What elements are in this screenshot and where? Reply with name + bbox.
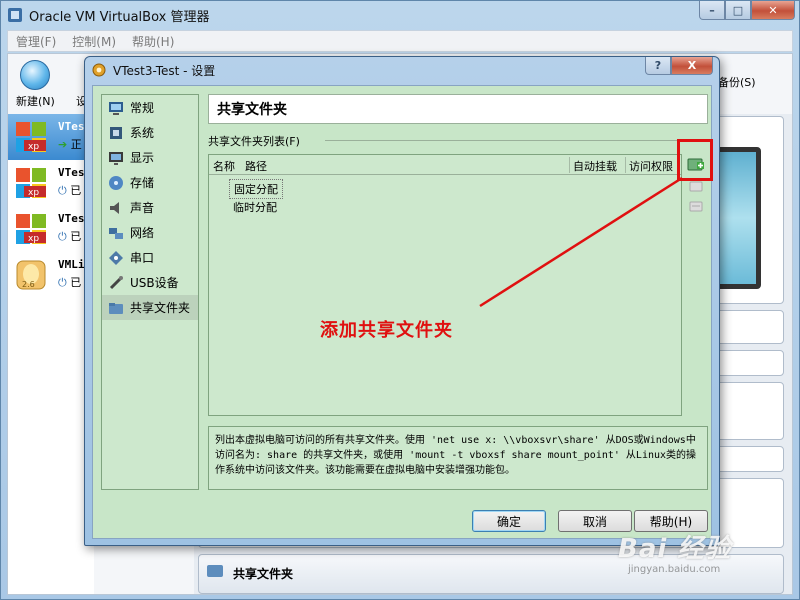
vm-list: xp VTes ➔ 正 xp VTes ⏻ 已 xp VTes ⏻ 已 2.6 … [8,114,94,594]
usb-icon [109,275,123,289]
dialog-client-area: 常规 系统 显示 存储 声音 网络 串口 USB设备 共享文件夹 共享文件夹 共… [92,85,712,539]
svg-text:xp: xp [28,188,39,198]
vm-name: VTes [58,120,85,133]
vm-name: VMLi [58,258,85,271]
close-icon: ✕ [768,3,778,17]
minimize-icon: – [709,3,715,17]
maximize-button[interactable]: □ [725,1,751,20]
column-separator [625,157,626,173]
category-shared-folders[interactable]: 共享文件夹 [102,295,198,320]
table-header: 名称 路径 自动挂载 访问权限 [209,155,681,175]
main-titlebar: Oracle VM VirtualBox 管理器 [1,1,799,29]
annotation-highlight-box [677,139,713,181]
vm-list-item[interactable]: xp VTes ⏻ 已 [8,160,94,206]
vm-state: ⏻ 已 [58,184,82,197]
column-header-name[interactable]: 名称 [213,158,235,174]
category-display[interactable]: 显示 [102,145,198,170]
new-vm-button[interactable]: 新建(N) [16,60,55,109]
vm-list-item[interactable]: xp VTes ⏻ 已 [8,206,94,252]
column-header-path[interactable]: 路径 [245,158,267,174]
svg-text:2.6: 2.6 [22,280,35,289]
category-general[interactable]: 常规 [102,95,198,120]
folder-icon [207,565,223,577]
watermark: Bai 经验 jingyan.baidu.com [618,528,732,575]
running-arrow-icon: ➔ [58,138,68,151]
network-icon [109,227,123,239]
category-system[interactable]: 系统 [102,120,198,145]
category-storage[interactable]: 存储 [102,170,198,195]
ok-button[interactable]: 确定 [472,510,546,532]
main-window-title: Oracle VM VirtualBox 管理器 [29,9,210,25]
vm-state: ⏻ 已 [58,230,82,243]
shared-folders-list-label: 共享文件夹列表(F) [208,135,300,148]
column-header-automount[interactable]: 自动挂载 [573,158,617,174]
shared-folders-table[interactable]: 名称 路径 自动挂载 访问权限 固定分配 临时分配 [208,154,682,416]
menubar: 管理(F) 控制(M) 帮助(H) [7,30,793,52]
dialog-help-caption-button[interactable]: ? [645,57,671,75]
speaker-icon [110,201,119,214]
details-shared-folders-title: 共享文件夹 [233,567,294,581]
settings-category-list: 常规 系统 显示 存储 声音 网络 串口 USB设备 共享文件夹 [101,94,199,490]
menu-control[interactable]: 控制(M) [72,33,116,50]
column-separator [569,157,570,173]
windows-xp-icon: xp [16,122,46,152]
category-network[interactable]: 网络 [102,220,198,245]
new-vm-label: 新建(N) [16,95,55,108]
display-icon [109,151,123,165]
vm-list-item[interactable]: xp VTes ➔ 正 [8,114,94,160]
folder-icon [109,302,123,314]
group-divider [325,140,707,141]
annotation-text: 添加共享文件夹 [320,320,453,341]
menu-help[interactable]: 帮助(H) [132,33,174,50]
chip-icon [110,126,122,139]
dialog-close-button[interactable]: X [671,57,713,75]
menu-manage[interactable]: 管理(F) [16,33,56,50]
baidu-watermark-logo: Bai 经验 [618,534,732,564]
linux-vm-icon: 2.6 [16,260,46,290]
new-vm-icon [20,60,51,90]
table-row[interactable]: 固定分配 [229,179,283,199]
shared-folders-info-text: 列出本虚拟电脑可访问的所有共享文件夹。使用 'net use x: \\vbox… [208,426,708,490]
category-usb[interactable]: USB设备 [102,270,198,295]
close-button[interactable]: ✕ [751,1,795,20]
vm-state: ➔ 正 [58,138,82,151]
remove-shared-folder-icon[interactable] [687,198,705,214]
power-off-icon: ⏻ [58,276,67,289]
column-header-access[interactable]: 访问权限 [629,158,673,174]
vm-list-item[interactable]: 2.6 VMLi ⏻ 已 [8,252,94,298]
vm-name: VTes [58,212,85,225]
power-off-icon: ⏻ [58,184,67,197]
maximize-icon: □ [732,3,744,17]
monitor-icon [109,101,123,115]
backup-toolbar-button[interactable]: 备份(S) [718,74,756,90]
power-off-icon: ⏻ [58,230,67,243]
gear-icon [92,63,106,77]
svg-text:xp: xp [28,234,39,244]
svg-text:xp: xp [28,142,39,152]
dialog-titlebar: VTest3-Test - 设置 [85,57,719,83]
category-serial-port[interactable]: 串口 [102,245,198,270]
category-audio[interactable]: 声音 [102,195,198,220]
disk-icon [109,175,123,190]
settings-dialog: VTest3-Test - 设置 ? X 常规 系统 显示 存储 声音 网络 串… [84,56,720,546]
dialog-title: VTest3-Test - 设置 [113,63,216,78]
windows-xp-icon: xp [16,168,46,198]
virtualbox-logo-icon [8,8,22,22]
minimize-button[interactable]: – [699,1,725,20]
page-title: 共享文件夹 [208,94,708,124]
table-row[interactable]: 临时分配 [229,198,281,216]
vm-state: ⏻ 已 [58,276,82,289]
serial-port-icon [109,250,123,265]
main-caption-buttons: – □ ✕ [699,1,795,20]
windows-xp-icon: xp [16,214,46,244]
watermark-url: jingyan.baidu.com [628,564,721,575]
vm-name: VTes [58,166,85,179]
